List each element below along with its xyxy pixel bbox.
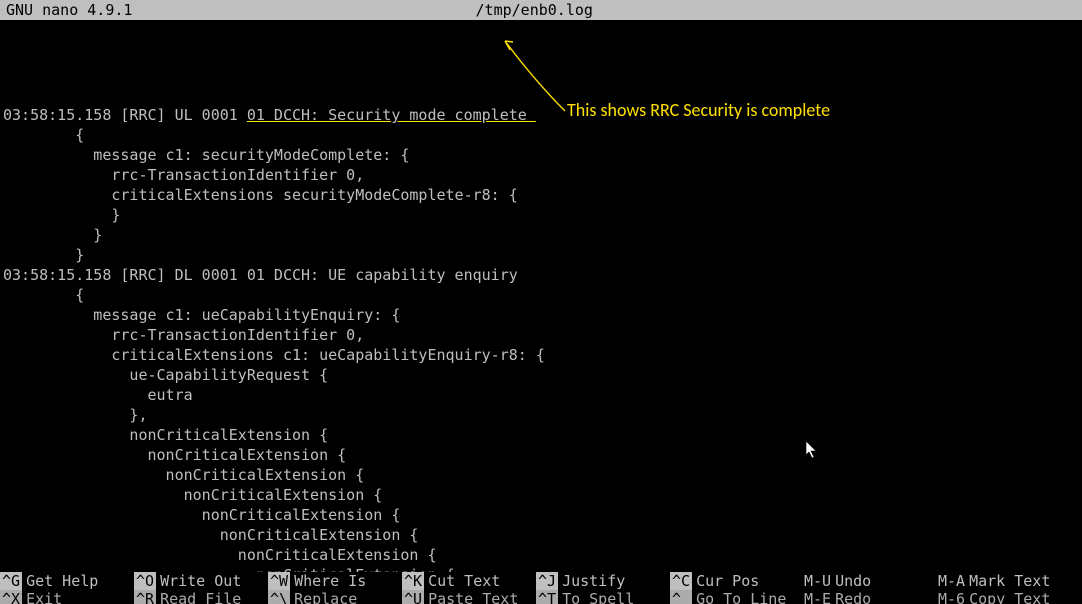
log-line: nonCriticalExtension { bbox=[0, 425, 1082, 445]
shortcut-redo[interactable]: M-E Redo bbox=[804, 590, 938, 604]
shortcut-key: M-6 bbox=[938, 590, 965, 604]
log-line: rrc-TransactionIdentifier 0, bbox=[0, 325, 1082, 345]
shortcut-key: M-A bbox=[938, 572, 965, 590]
log-line: { bbox=[0, 285, 1082, 305]
shortcut-get-help[interactable]: ^G Get Help bbox=[0, 572, 134, 590]
log-line: 03:58:15.158 [RRC] UL 0001 01 DCCH: Secu… bbox=[0, 105, 1082, 125]
shortcut-key: ^X bbox=[0, 590, 22, 604]
shortcut-where-is[interactable]: ^W Where Is bbox=[268, 572, 402, 590]
shortcut-key: ^W bbox=[268, 572, 290, 590]
shortcut-label: Cut Text bbox=[428, 572, 500, 590]
log-line: criticalExtensions c1: ueCapabilityEnqui… bbox=[0, 345, 1082, 365]
shortcut-bar: ^G Get Help^O Write Out^W Where Is^K Cut… bbox=[0, 572, 1082, 604]
annotation-text: This shows RRC Security is complete bbox=[567, 100, 830, 120]
log-line: nonCriticalExtension { bbox=[0, 445, 1082, 465]
shortcut-key: ^R bbox=[134, 590, 156, 604]
log-line: 03:58:15.158 [RRC] DL 0001 01 DCCH: UE c… bbox=[0, 265, 1082, 285]
shortcut-key: M-E bbox=[804, 590, 831, 604]
titlebar: GNU nano 4.9.1 /tmp/enb0.log bbox=[0, 0, 1082, 20]
log-line: } bbox=[0, 225, 1082, 245]
shortcut-label: Mark Text bbox=[969, 572, 1050, 590]
shortcut-label: Write Out bbox=[160, 572, 241, 590]
shortcut-key: ^J bbox=[536, 572, 558, 590]
shortcut-label: Replace bbox=[294, 590, 357, 604]
mouse-cursor-icon bbox=[805, 440, 819, 460]
shortcut-label: Cur Pos bbox=[696, 572, 759, 590]
shortcut-undo[interactable]: M-U Undo bbox=[804, 572, 938, 590]
shortcut-read-file[interactable]: ^R Read File bbox=[134, 590, 268, 604]
shortcut-write-out[interactable]: ^O Write Out bbox=[134, 572, 268, 590]
shortcut-key: ^O bbox=[134, 572, 156, 590]
log-line: } bbox=[0, 245, 1082, 265]
log-line: ue-CapabilityRequest { bbox=[0, 365, 1082, 385]
shortcut-label: Go To Line bbox=[696, 590, 786, 604]
log-line: { bbox=[0, 125, 1082, 145]
shortcut-key: ^_ bbox=[670, 590, 692, 604]
log-line: nonCriticalExtension { bbox=[0, 525, 1082, 545]
log-line: nonCriticalExtension { bbox=[0, 505, 1082, 525]
shortcut-cur-pos[interactable]: ^C Cur Pos bbox=[670, 572, 804, 590]
shortcut-copy-text[interactable]: M-6 Copy Text bbox=[938, 590, 1072, 604]
shortcut-key: ^K bbox=[402, 572, 424, 590]
shortcut-replace[interactable]: ^\ Replace bbox=[268, 590, 402, 604]
shortcut-go-to-line[interactable]: ^_ Go To Line bbox=[670, 590, 804, 604]
log-line: rrc-TransactionIdentifier 0, bbox=[0, 165, 1082, 185]
editor-area[interactable]: This shows RRC Security is complete 03:5… bbox=[0, 20, 1082, 564]
shortcut-key: M-U bbox=[804, 572, 831, 590]
shortcut-paste-text[interactable]: ^U Paste Text bbox=[402, 590, 536, 604]
shortcut-mark-text[interactable]: M-A Mark Text bbox=[938, 572, 1072, 590]
shortcut-to-spell[interactable]: ^T To Spell bbox=[536, 590, 670, 604]
shortcut-label: Redo bbox=[835, 590, 871, 604]
log-line: message c1: securityModeComplete: { bbox=[0, 145, 1082, 165]
app-name: GNU nano 4.9.1 bbox=[6, 0, 132, 20]
shortcut-label: Read File bbox=[160, 590, 241, 604]
shortcut-label: Exit bbox=[26, 590, 62, 604]
log-line: nonCriticalExtension { bbox=[0, 465, 1082, 485]
shortcut-label: Get Help bbox=[26, 572, 98, 590]
log-line: criticalExtensions securityModeComplete-… bbox=[0, 185, 1082, 205]
shortcut-key: ^C bbox=[670, 572, 692, 590]
log-line: }, bbox=[0, 405, 1082, 425]
shortcut-label: Undo bbox=[835, 572, 871, 590]
shortcut-key: ^U bbox=[402, 590, 424, 604]
log-line: eutra bbox=[0, 385, 1082, 405]
shortcut-label: To Spell bbox=[562, 590, 634, 604]
shortcut-label: Copy Text bbox=[969, 590, 1050, 604]
shortcut-cut-text[interactable]: ^K Cut Text bbox=[402, 572, 536, 590]
shortcut-key: ^\ bbox=[268, 590, 290, 604]
shortcut-key: ^G bbox=[0, 572, 22, 590]
shortcut-exit[interactable]: ^X Exit bbox=[0, 590, 134, 604]
shortcut-label: Paste Text bbox=[428, 590, 518, 604]
log-line: } bbox=[0, 205, 1082, 225]
log-line: nonCriticalExtension { bbox=[0, 545, 1082, 565]
shortcut-label: Where Is bbox=[294, 572, 366, 590]
shortcut-justify[interactable]: ^J Justify bbox=[536, 572, 670, 590]
shortcut-key: ^T bbox=[536, 590, 558, 604]
file-path: /tmp/enb0.log bbox=[132, 0, 936, 20]
shortcut-label: Justify bbox=[562, 572, 625, 590]
log-line: nonCriticalExtension { bbox=[0, 485, 1082, 505]
log-line: message c1: ueCapabilityEnquiry: { bbox=[0, 305, 1082, 325]
